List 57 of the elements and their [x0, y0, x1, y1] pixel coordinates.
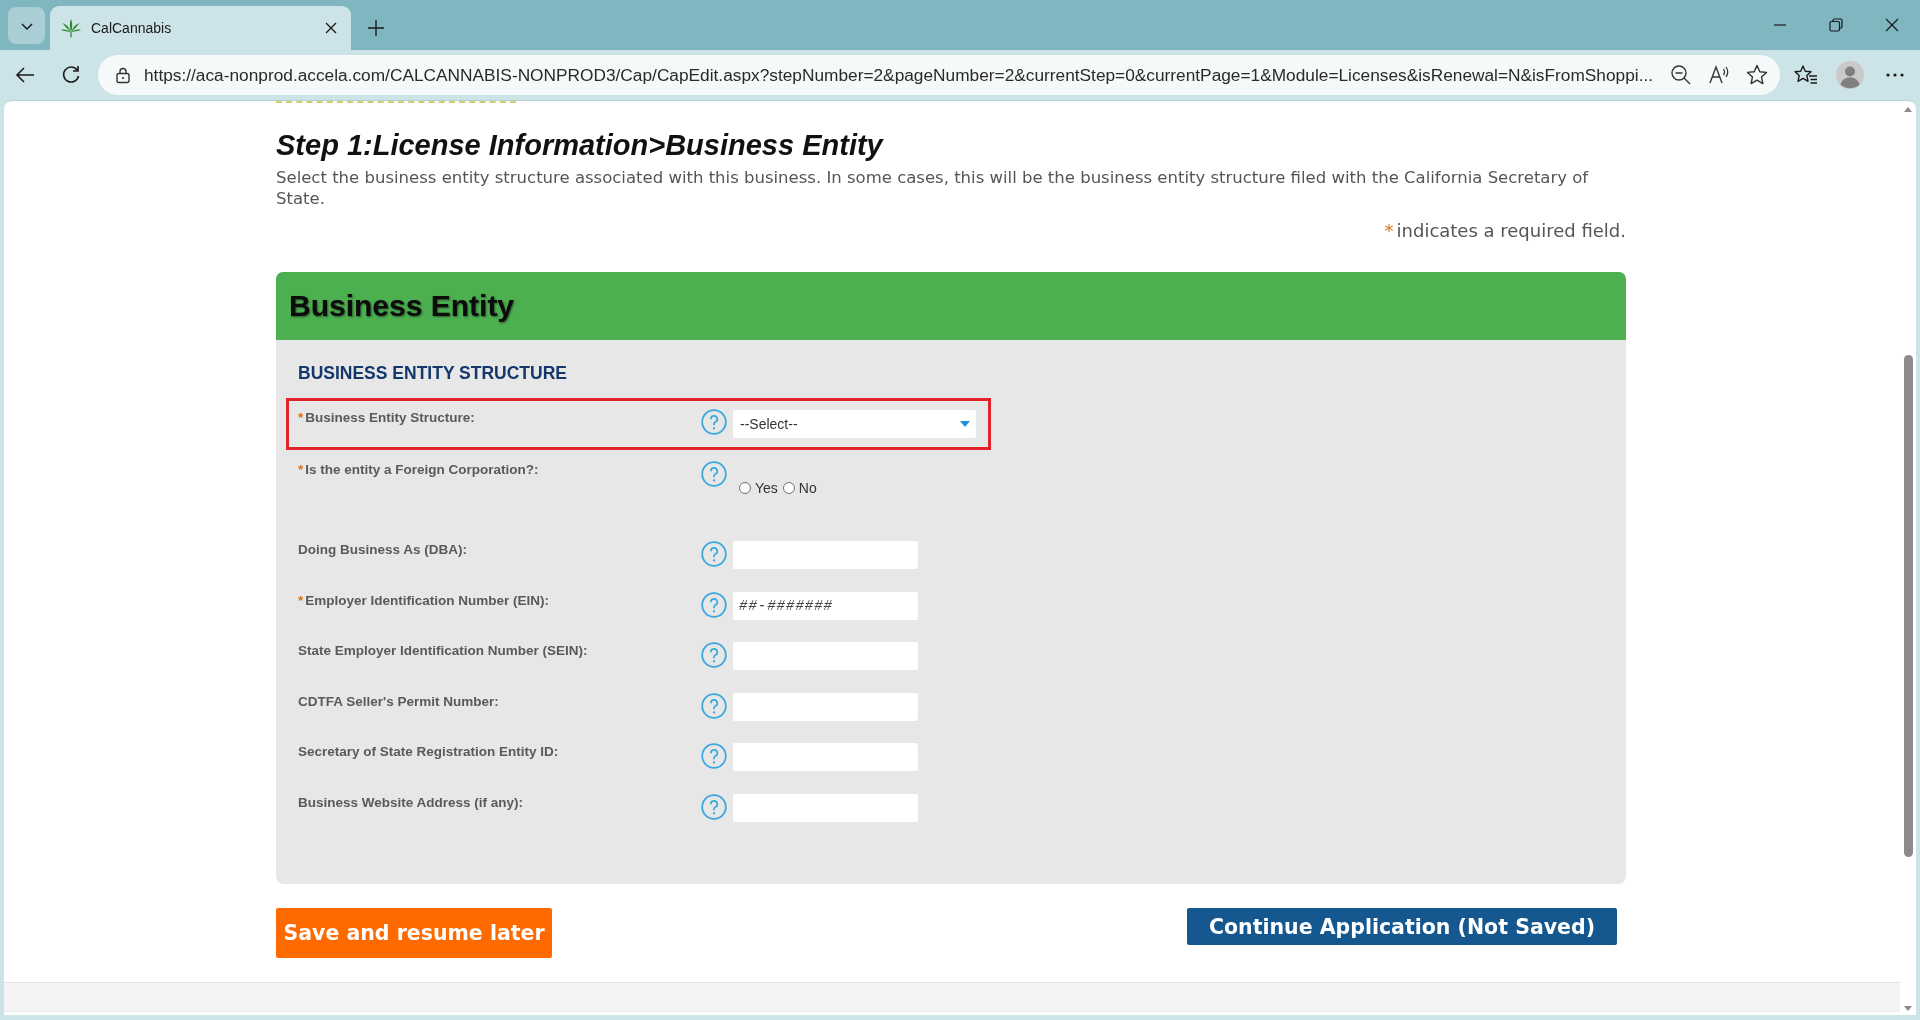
- section-title: Business Entity: [289, 288, 515, 324]
- field-label: Is the entity a Foreign Corporation?:: [305, 462, 539, 477]
- scroll-up-icon[interactable]: [1904, 107, 1912, 112]
- text-input[interactable]: [733, 541, 918, 569]
- scroll-down-icon[interactable]: [1904, 1006, 1912, 1011]
- close-icon[interactable]: [323, 20, 339, 36]
- radio-label[interactable]: No: [798, 480, 817, 496]
- required-mark: *: [298, 410, 304, 425]
- help-icon[interactable]: [701, 743, 727, 769]
- help-icon[interactable]: [701, 461, 727, 487]
- lock-icon: [114, 66, 132, 84]
- help-icon[interactable]: [701, 642, 727, 668]
- page-description: Select the business entity structure associated with this business. In some cases, this will be the business entity structure filed with the California Secretary of State.: [276, 167, 1590, 209]
- text-input[interactable]: [733, 743, 918, 771]
- help-icon[interactable]: [701, 541, 727, 567]
- field-label: CDTFA Seller's Permit Number:: [298, 693, 499, 709]
- select-dropdown[interactable]: --Select--: [733, 410, 976, 438]
- read-aloud-icon[interactable]: [1708, 64, 1730, 86]
- text-input[interactable]: [733, 642, 918, 670]
- required-mark: *: [298, 592, 304, 608]
- help-icon[interactable]: [701, 793, 727, 820]
- field-label: Doing Business As (DBA):: [298, 542, 467, 557]
- required-mark: *: [1384, 220, 1394, 241]
- help-icon[interactable]: [701, 591, 727, 618]
- address-bar[interactable]: https://aca-nonprod.accela.com/CALCANNABIS-NONPROD3/Cap/CapEdit.aspx?stepNumber=2&pageNumber=2&currentStep=0&currentPage=1&Module=Licenses&isRenewal=N&isFromShoppi...: [98, 55, 1780, 95]
- page-heading: Step 1:License Information>Business Entity: [276, 128, 883, 163]
- field-label: State Employer Identification Number (SEIN):: [298, 643, 588, 658]
- field-label: Business Website Address (if any):: [298, 794, 524, 810]
- refresh-icon[interactable]: [60, 64, 82, 86]
- avatar-icon[interactable]: [1836, 61, 1864, 89]
- field-label: Employer Identification Number (EIN):: [305, 592, 550, 608]
- required-mark: *: [298, 462, 304, 477]
- close-icon[interactable]: [1884, 17, 1900, 33]
- help-icon[interactable]: [701, 409, 727, 435]
- radio-button[interactable]: [739, 482, 751, 494]
- restore-icon[interactable]: [1828, 17, 1844, 33]
- star-icon[interactable]: [1746, 64, 1768, 86]
- continue-button[interactable]: Continue Application (Not Saved): [1187, 908, 1617, 945]
- scrollbar-thumb[interactable]: [1903, 355, 1913, 857]
- favorites-icon[interactable]: [1794, 64, 1818, 86]
- radio-label[interactable]: Yes: [755, 480, 778, 496]
- text-input[interactable]: [733, 692, 918, 721]
- required-note: indicates a required field.: [1396, 220, 1626, 241]
- tab-list-button[interactable]: [8, 7, 45, 44]
- radio-button[interactable]: [782, 482, 795, 494]
- browser-tab[interactable]: CalCannabis: [50, 6, 351, 50]
- caret-icon: [960, 421, 970, 427]
- text-input[interactable]: [733, 793, 918, 822]
- zoom-out-icon[interactable]: [1670, 64, 1692, 86]
- more-icon[interactable]: [1886, 73, 1904, 77]
- field-label: Business Entity Structure:: [305, 410, 475, 425]
- help-icon[interactable]: [701, 692, 727, 719]
- text-input[interactable]: ##-#######: [733, 591, 918, 620]
- plus-icon[interactable]: [367, 19, 385, 37]
- section-subtitle: BUSINESS ENTITY STRUCTURE: [298, 363, 567, 383]
- field-label: Secretary of State Registration Entity ID:: [298, 744, 559, 759]
- url-text: https://aca-nonprod.accela.com/CALCANNABIS-NONPROD3/Cap/CapEdit.aspx?stepNumber=2&pageNumber=2&currentStep=0&currentPage=1&Module=Licenses&isRenewal=N&isFromShoppi...: [144, 64, 1654, 86]
